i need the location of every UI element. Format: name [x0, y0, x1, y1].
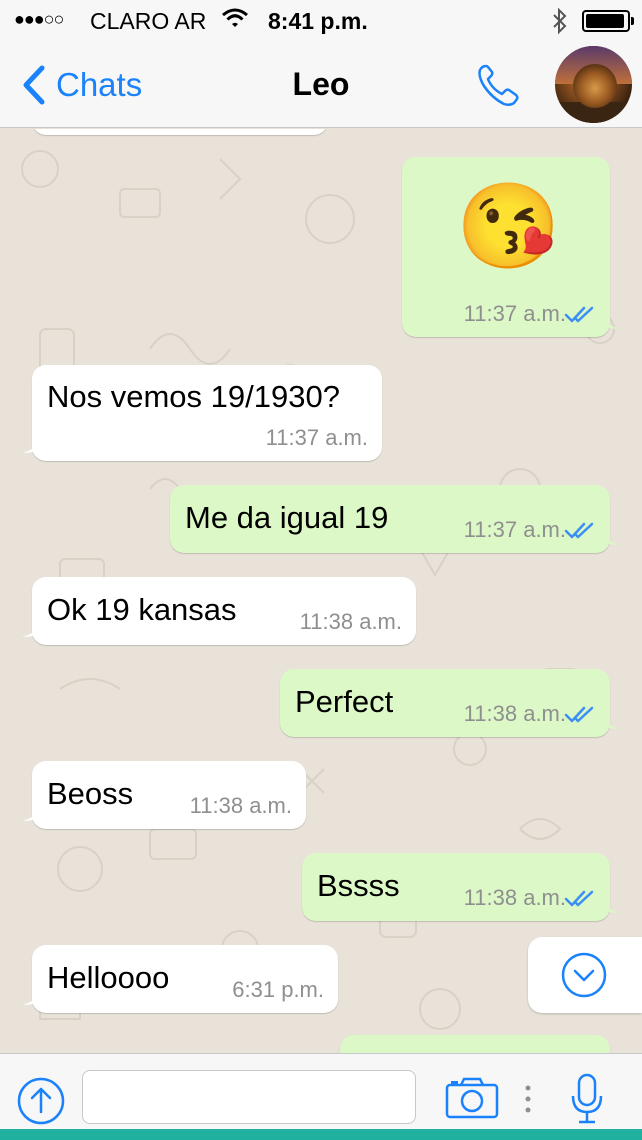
more-dots-icon [525, 1085, 531, 1113]
incoming-message[interactable]: Nos vemos 19/1930? 11:37 a.m. [22, 365, 382, 461]
message-text: Beoss [47, 776, 134, 811]
message-timestamp: 11:38 a.m. [463, 701, 566, 726]
outgoing-message[interactable]: 😘 11:37 a.m. [402, 157, 620, 337]
status-bar: ●●●○○ CLARO AR 8:41 p.m. [0, 0, 642, 42]
bottom-strip [0, 1129, 642, 1140]
incoming-message[interactable]: Beoss 11:38 a.m. [22, 761, 306, 829]
message-timestamp: 11:37 a.m. [265, 425, 368, 450]
outgoing-message[interactable]: Me da igual 19 11:37 a.m. [170, 485, 620, 553]
bubble-tail [598, 711, 620, 729]
lion-photo [573, 64, 617, 108]
incoming-message[interactable]: Helloooo 6:31 p.m. [22, 945, 338, 1013]
bubble-tail [22, 987, 44, 1005]
message-text: Bssss [317, 868, 400, 903]
carrier-label: CLARO AR [90, 8, 207, 34]
read-ticks-icon [564, 890, 594, 907]
status-time: 8:41 p.m. [268, 8, 368, 34]
message-text: Nos vemos 19/1930? [47, 379, 340, 414]
message-timestamp: 11:38 a.m. [189, 793, 292, 818]
message-text: Ok 19 kansas [47, 592, 237, 627]
message-timestamp: 11:38 a.m. [299, 609, 402, 634]
bubble-tail [598, 311, 620, 329]
scroll-to-bottom-button[interactable] [528, 937, 642, 1013]
microphone-button[interactable] [570, 1072, 604, 1126]
upload-arrow-icon [17, 1077, 65, 1125]
message-timestamp: 6:31 p.m. [232, 977, 324, 1002]
call-button[interactable] [474, 60, 524, 110]
signal-strength-icon: ●●●○○ [14, 9, 64, 29]
read-ticks-icon [564, 706, 594, 723]
bubble-tail [22, 619, 44, 637]
message-text: Helloooo [47, 960, 170, 995]
attach-button[interactable] [16, 1076, 66, 1126]
chevron-left-icon [23, 65, 45, 105]
chat-header: Chats Leo [0, 42, 642, 128]
incoming-message[interactable]: Ok 19 kansas 11:38 a.m. [22, 577, 416, 645]
outgoing-message[interactable]: Perfect 11:38 a.m. [280, 669, 620, 737]
read-ticks-icon [564, 306, 594, 323]
message-timestamp: 11:37 a.m. [463, 517, 566, 542]
message-text: Perfect [295, 684, 394, 719]
bubble-tail [22, 803, 44, 821]
back-button-label: Chats [56, 66, 143, 103]
partial-message[interactable] [340, 1035, 610, 1053]
read-ticks-icon [564, 522, 594, 539]
wifi-icon [220, 6, 250, 38]
microphone-icon [571, 1073, 603, 1124]
message-timestamp: 11:38 a.m. [463, 885, 566, 910]
bubble-tail [22, 435, 44, 453]
bubble-tail [598, 895, 620, 913]
camera-icon [445, 1077, 499, 1119]
chevron-down-circle-icon [561, 952, 607, 998]
input-bar [0, 1053, 642, 1129]
message-emoji: 😘 [456, 179, 561, 273]
contact-avatar[interactable] [555, 46, 632, 123]
bubble-tail [598, 527, 620, 545]
camera-button[interactable] [444, 1076, 500, 1120]
phone-icon [478, 64, 519, 107]
partial-message[interactable] [32, 129, 328, 135]
message-timestamp: 11:37 a.m. [463, 301, 566, 326]
outgoing-message[interactable]: Bssss 11:38 a.m. [302, 853, 620, 921]
message-list[interactable]: 😘 11:37 a.m. Nos vemos 19/1930? 11:37 a.m. M… [0, 129, 642, 1053]
battery-icon [582, 10, 634, 32]
message-text: Me da igual 19 [185, 500, 389, 535]
bluetooth-icon [550, 7, 570, 41]
message-input[interactable] [82, 1070, 416, 1124]
back-button[interactable]: Chats [16, 62, 142, 108]
